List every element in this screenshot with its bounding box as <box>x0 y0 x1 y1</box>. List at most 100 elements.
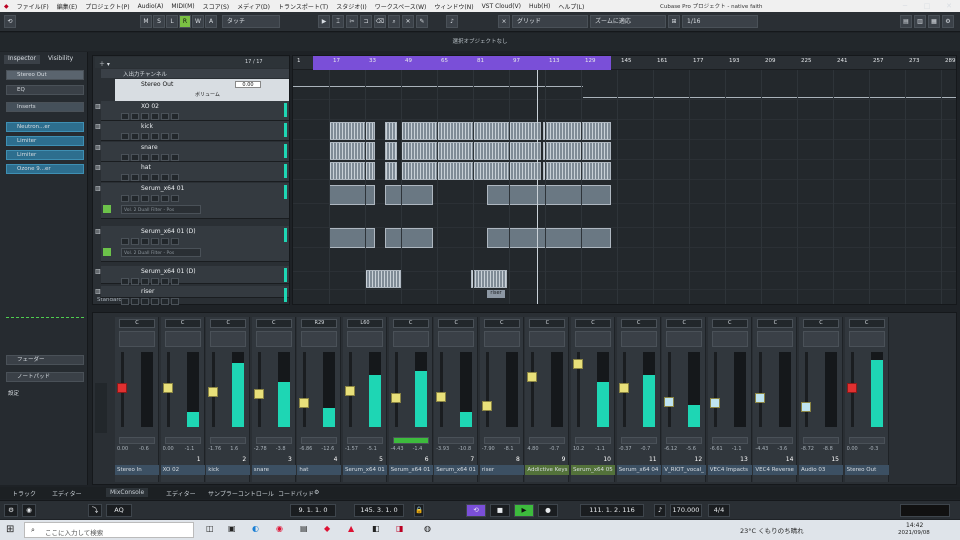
stop-button[interactable]: ■ <box>490 504 510 517</box>
menu-item[interactable]: プロジェクト(P) <box>81 2 133 11</box>
track-edit-button[interactable] <box>171 154 179 161</box>
metronome-icon[interactable]: ♪ <box>654 504 666 517</box>
track-read-button[interactable] <box>141 298 149 305</box>
track-monitor-button[interactable] <box>161 298 169 305</box>
read-automation-button[interactable] <box>103 248 111 256</box>
channel-buttons-top[interactable] <box>848 331 885 347</box>
inspector-section-fader[interactable]: フェーダー <box>6 355 84 365</box>
arranger-event[interactable] <box>385 142 397 160</box>
track-edit-button[interactable] <box>171 174 179 181</box>
track-solo-button[interactable] <box>131 278 139 285</box>
zoom-mode-select[interactable]: ズームに適応 <box>590 15 666 28</box>
track-edit-button[interactable] <box>171 238 179 245</box>
channel-buttons-top[interactable] <box>255 331 292 347</box>
select-tool-icon[interactable]: ▶ <box>318 15 330 28</box>
mute-solo-buttons[interactable] <box>848 437 885 444</box>
channel-name[interactable]: Serum_x64 01 <box>388 465 433 475</box>
track-mute-button[interactable] <box>121 195 129 202</box>
fader-handle[interactable] <box>390 392 401 403</box>
lock-icon[interactable]: 🔒 <box>414 504 424 517</box>
app-icon-2[interactable]: ▲ <box>348 524 354 533</box>
stereo-out-volume-field[interactable]: 0.00 <box>235 81 261 88</box>
mute-solo-buttons[interactable] <box>483 437 520 444</box>
pan-control[interactable]: C <box>848 319 885 328</box>
mute-solo-buttons[interactable] <box>438 437 475 444</box>
mode-button-a[interactable]: A <box>205 15 217 28</box>
track-mute-button[interactable] <box>121 154 129 161</box>
fader-handle[interactable] <box>709 397 720 408</box>
cycle-button[interactable]: ⟲ <box>466 504 486 517</box>
fader-handle[interactable] <box>345 386 355 397</box>
signature-field[interactable]: 4/4 <box>708 504 730 517</box>
quantize-select[interactable]: 1/16 <box>682 15 758 28</box>
play-button[interactable]: ▶ <box>514 504 534 517</box>
pan-control[interactable]: C <box>255 319 292 328</box>
app-icon-3[interactable]: ◧ <box>372 524 380 533</box>
arranger-event[interactable] <box>385 162 397 180</box>
tab-inspector[interactable]: Inspector <box>4 55 40 64</box>
layout-icon[interactable]: ▤ <box>900 15 912 28</box>
arranger-event[interactable] <box>329 122 375 140</box>
channel-name[interactable]: Serum_x64 05 <box>571 465 615 475</box>
menu-item[interactable]: Hub(H) <box>525 3 554 10</box>
arranger-event[interactable] <box>365 270 401 288</box>
channel-buttons-top[interactable] <box>210 331 247 347</box>
app-icon[interactable]: ◆ <box>324 524 330 533</box>
record-mode-icon[interactable]: ◉ <box>22 504 36 517</box>
project-cursor[interactable] <box>537 70 538 304</box>
pan-control[interactable]: C <box>666 319 703 328</box>
menu-item[interactable]: トランスポート(T) <box>274 2 332 11</box>
track-read-button[interactable] <box>141 154 149 161</box>
track-write-button[interactable] <box>151 113 159 120</box>
track-row[interactable]: ▥ kick <box>95 121 289 141</box>
channel-buttons-top[interactable] <box>666 331 703 347</box>
arranger-event[interactable] <box>385 185 433 205</box>
mute-solo-buttons[interactable] <box>164 437 201 444</box>
lower-zone-tab[interactable]: エディター <box>162 488 200 499</box>
stereo-out-track[interactable]: Stereo Out 0.00 ボリューム <box>115 79 289 101</box>
channel-name[interactable]: riser <box>479 465 524 475</box>
track-row[interactable]: ▥ hat <box>95 162 289 182</box>
arranger-event[interactable] <box>329 162 375 180</box>
channel-name[interactable]: Audio 03 <box>799 465 843 475</box>
channel-buttons-top[interactable] <box>803 331 839 347</box>
track-write-button[interactable] <box>151 133 159 140</box>
track-mute-button[interactable] <box>121 174 129 181</box>
arranger-event[interactable] <box>329 228 375 248</box>
menu-item[interactable]: Audio(A) <box>134 3 168 10</box>
track-write-button[interactable] <box>151 278 159 285</box>
track-mute-button[interactable] <box>121 298 129 305</box>
menu-item[interactable]: 編集(E) <box>53 2 81 11</box>
record-button[interactable]: ● <box>538 504 558 517</box>
position-display[interactable]: 111. 1. 2. 116 <box>580 504 644 517</box>
split-tool-icon[interactable]: ✂ <box>346 15 358 28</box>
mute-solo-buttons[interactable] <box>529 437 566 444</box>
inspector-section-notepad[interactable]: ノートパッド <box>6 372 84 382</box>
pan-control[interactable]: C <box>620 319 657 328</box>
track-row[interactable]: ▥ Serum_x64 01 Vol. 2 Duall Filter - Pos <box>95 183 289 219</box>
channel-buttons-top[interactable] <box>620 331 657 347</box>
arranger-event[interactable] <box>329 142 375 160</box>
lower-zone-tab[interactable]: MixConsole <box>106 488 149 497</box>
track-read-button[interactable] <box>141 195 149 202</box>
channel-buttons-top[interactable] <box>164 331 201 347</box>
track-solo-button[interactable] <box>131 298 139 305</box>
channel-buttons-top[interactable] <box>529 331 566 347</box>
add-track-icon[interactable]: ＋ ▾ <box>99 59 110 68</box>
track-monitor-button[interactable] <box>161 154 169 161</box>
mute-solo-buttons[interactable] <box>803 437 839 444</box>
cubase-icon[interactable]: ◨ <box>396 524 404 533</box>
track-edit-button[interactable] <box>171 133 179 140</box>
read-automation-button[interactable] <box>103 205 111 213</box>
track-row[interactable]: ▥ riser <box>95 286 289 305</box>
track-solo-button[interactable] <box>131 113 139 120</box>
track-monitor-button[interactable] <box>161 238 169 245</box>
insert-slot-1[interactable]: Neutron...er <box>6 122 84 132</box>
settings-gear-icon[interactable]: ⚙ <box>942 15 954 28</box>
fader-handle[interactable] <box>664 396 675 407</box>
track-solo-button[interactable] <box>131 174 139 181</box>
mute-solo-buttons[interactable] <box>620 437 657 444</box>
fader-handle[interactable] <box>481 400 492 411</box>
channel-name[interactable]: VEC4 Impacts <box>707 465 752 475</box>
arranger-event[interactable] <box>471 270 507 288</box>
